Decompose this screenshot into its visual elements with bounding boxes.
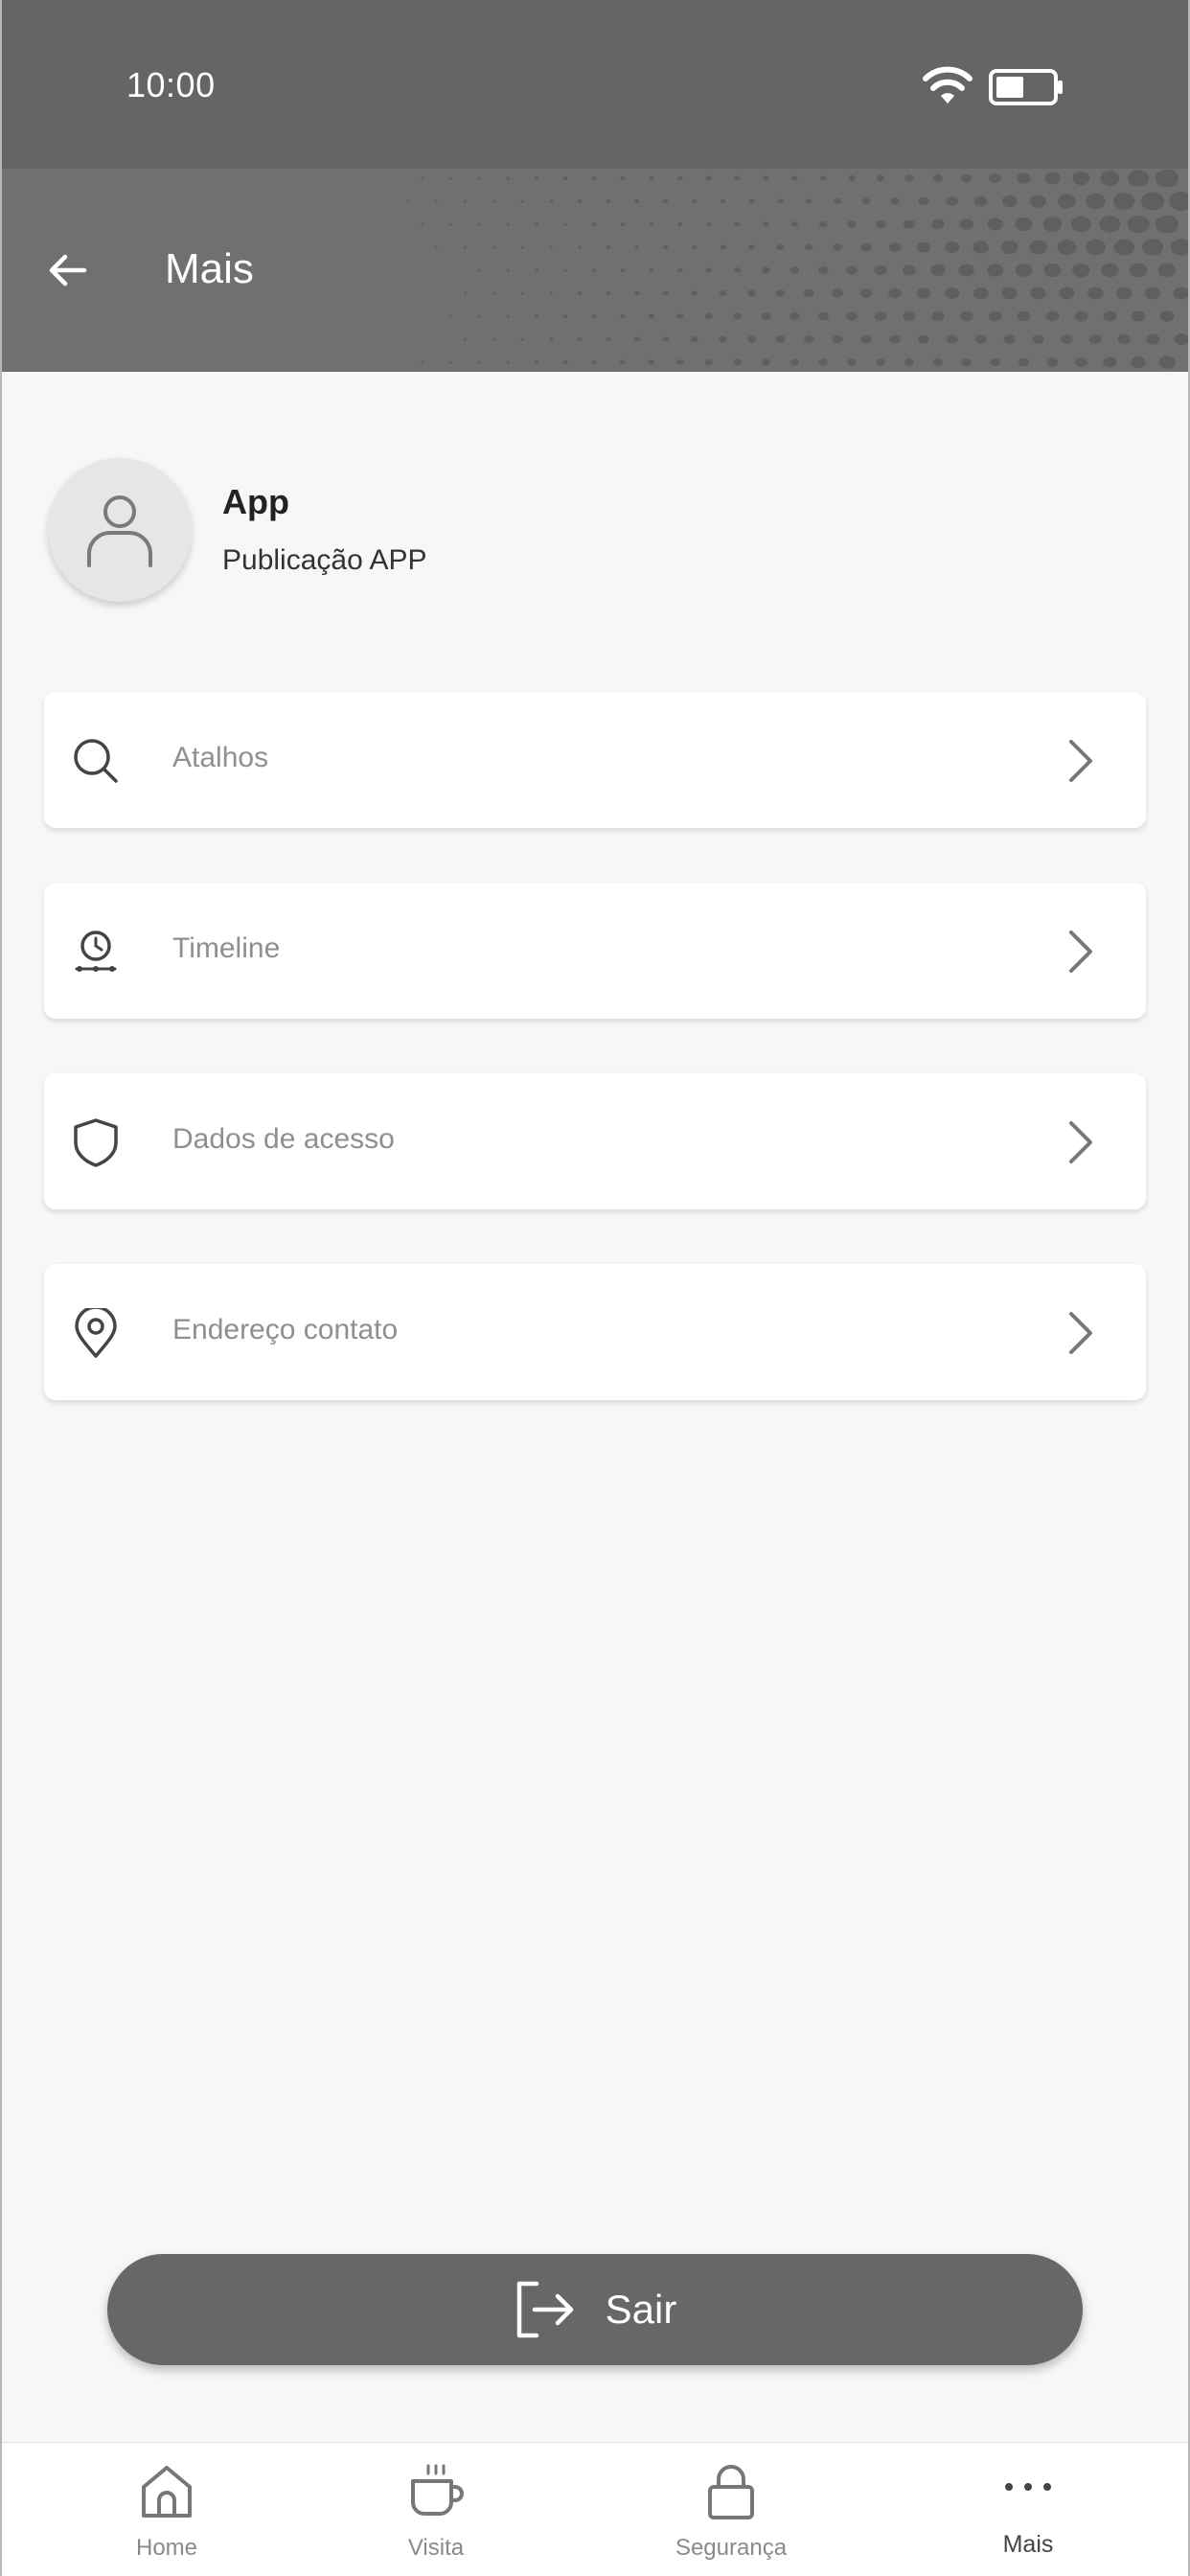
clock-timeline-icon (75, 931, 117, 972)
avatar (48, 458, 192, 602)
profile-name: App (222, 482, 289, 521)
profile-subtitle: Publicação APP (222, 544, 427, 576)
home-icon (142, 2466, 192, 2518)
nav-label: Mais (1002, 2531, 1054, 2558)
chevron-right-icon (1069, 931, 1092, 973)
coffee-cup-icon (411, 2464, 464, 2516)
nav-item-home[interactable]: Home (71, 2443, 263, 2576)
menu-item-label: Dados de acesso (172, 1123, 395, 1155)
wifi-icon (923, 66, 973, 104)
menu-item-label: Endereço contato (172, 1314, 399, 1346)
bottom-nav: Home Visita Segurança Mais (2, 2442, 1188, 2576)
menu-item-label: Atalhos (172, 742, 269, 773)
chevron-right-icon (1069, 740, 1092, 782)
arrow-left-icon[interactable] (44, 247, 90, 293)
lock-icon (708, 2465, 754, 2519)
nav-label: Visita (407, 2535, 465, 2561)
chevron-right-icon (1069, 1312, 1092, 1354)
status-bar: 10:00 (2, 0, 1188, 169)
location-pin-icon (75, 1308, 117, 1358)
logout-button[interactable]: Sair (107, 2254, 1083, 2365)
menu-item-endereco-contato[interactable]: Endereço contato (44, 1264, 1146, 1400)
menu-item-dados-de-acesso[interactable]: Dados de acesso (44, 1073, 1146, 1209)
logout-icon (516, 2281, 573, 2338)
nav-label: Segurança (675, 2535, 788, 2561)
nav-item-visita[interactable]: Visita (340, 2443, 532, 2576)
menu-item-atalhos[interactable]: Atalhos (44, 692, 1146, 828)
chevron-right-icon (1069, 1121, 1092, 1163)
page-title: Mais (165, 245, 254, 292)
search-icon (74, 739, 118, 783)
logout-label: Sair (605, 2287, 677, 2332)
status-time: 10:00 (126, 65, 216, 104)
menu-item-label: Timeline (172, 932, 281, 964)
more-dots-icon (1005, 2483, 1051, 2491)
nav-item-mais[interactable]: Mais (932, 2443, 1124, 2576)
nav-label: Home (135, 2535, 198, 2561)
nav-item-seguranca[interactable]: Segurança (635, 2443, 827, 2576)
battery-icon (989, 69, 1063, 105)
app-screen: 10:00 Mais App Publicação APP Atalhos Ti… (0, 0, 1190, 2576)
app-header: Mais (2, 169, 1188, 372)
user-icon (87, 495, 152, 567)
menu-item-timeline[interactable]: Timeline (44, 883, 1146, 1019)
shield-icon (74, 1118, 118, 1167)
